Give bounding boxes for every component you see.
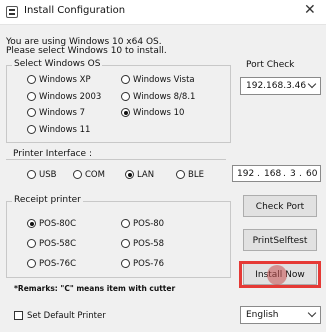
radio-pos-80c-label: POS-80C (39, 219, 77, 229)
radio-windows-11-label: Windows 11 (39, 125, 91, 135)
pointer-cursor-icon (267, 265, 287, 285)
check-port-button[interactable]: Check Port (243, 195, 317, 217)
radio-pos-58c[interactable] (27, 239, 36, 248)
radio-windows-8[interactable] (121, 92, 130, 101)
radio-pos-76[interactable] (121, 259, 130, 268)
radio-usb[interactable] (27, 170, 36, 179)
window-title: Install Configuration (24, 5, 126, 16)
interface-divider (6, 159, 226, 160)
radio-pos-76c-label: POS-76C (39, 259, 77, 269)
radio-pos-80c[interactable] (27, 219, 36, 228)
ip-octet-1[interactable]: 192 (237, 169, 254, 179)
app-icon (6, 6, 18, 18)
radio-ble-label: BLE (188, 170, 204, 180)
ip-dot-3: . (299, 169, 302, 179)
radio-windows-2003-label: Windows 2003 (39, 92, 102, 102)
radio-pos-58-label: POS-58 (133, 239, 165, 249)
radio-windows-10-label: Windows 10 (133, 108, 185, 118)
ip-dot-2: . (283, 169, 286, 179)
set-default-printer-checkbox[interactable] (14, 311, 23, 320)
radio-windows-vista-label: Windows Vista (133, 75, 195, 85)
radio-com[interactable] (73, 170, 82, 179)
radio-windows-2003[interactable] (27, 92, 36, 101)
radio-pos-80[interactable] (121, 219, 130, 228)
radio-windows-8-label: Windows 8/8.1 (133, 92, 196, 102)
radio-pos-76c[interactable] (27, 259, 36, 268)
set-default-printer-label: Set Default Printer (27, 311, 106, 321)
close-icon[interactable]: ✕ (304, 2, 316, 18)
radio-windows-11[interactable] (27, 125, 36, 134)
radio-com-label: COM (85, 170, 105, 180)
print-selftest-button[interactable]: PrintSelftest (243, 229, 317, 251)
os-message-line2: Please select Windows 10 to install. (6, 46, 167, 56)
radio-usb-label: USB (39, 170, 57, 180)
radio-windows-7-label: Windows 7 (39, 108, 86, 118)
radio-windows-vista[interactable] (121, 75, 130, 84)
printer-interface-label: Printer Interface : (13, 149, 92, 159)
port-check-label: Port Check (246, 60, 295, 70)
ip-octet-3[interactable]: 3 (290, 169, 296, 179)
radio-lan-label: LAN (137, 170, 155, 180)
language-value: English (246, 310, 279, 320)
remarks-note: *Remarks: "C" means item with cutter (14, 284, 176, 293)
ip-octet-2[interactable]: 168 (264, 169, 281, 179)
select-os-label: Select Windows OS (12, 59, 103, 69)
receipt-printer-label: Receipt printer (12, 195, 83, 205)
radio-pos-76-label: POS-76 (133, 259, 165, 269)
port-check-value: 192.168.3.46 (246, 81, 307, 91)
radio-pos-58c-label: POS-58C (39, 239, 77, 249)
radio-windows-xp-label: Windows XP (39, 75, 91, 85)
radio-windows-xp[interactable] (27, 75, 36, 84)
radio-ble[interactable] (176, 170, 185, 179)
ip-octet-4[interactable]: 60 (306, 169, 317, 179)
radio-pos-58[interactable] (121, 239, 130, 248)
radio-pos-80-label: POS-80 (133, 219, 165, 229)
ip-dot-1: . (257, 169, 260, 179)
radio-windows-10[interactable] (121, 108, 130, 117)
radio-windows-7[interactable] (27, 108, 36, 117)
radio-lan[interactable] (125, 170, 134, 179)
